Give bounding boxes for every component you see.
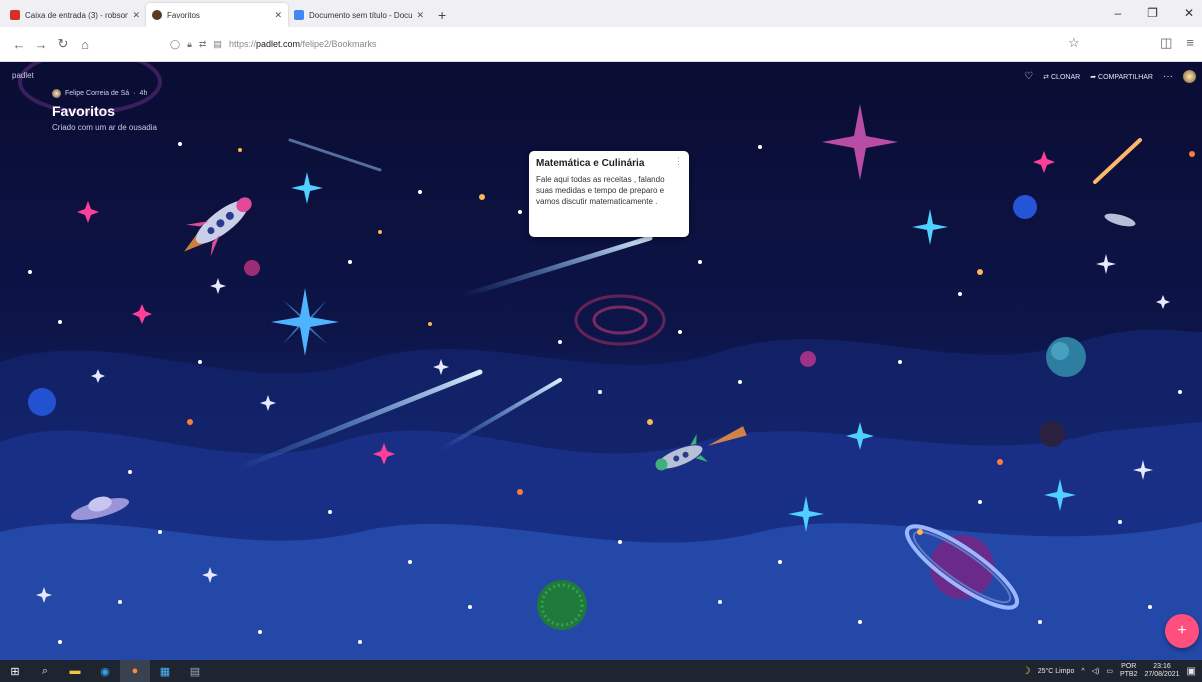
planet-teal-highlight [1051,342,1069,360]
post-age: 4h [139,90,148,97]
weather-text[interactable]: 25°C Limpo [1038,668,1075,675]
tab-gmail[interactable]: Caixa de entrada (3) - robson.l ✕ [4,3,146,27]
weather-icon: ☽ [1021,665,1031,677]
tab-favoritos[interactable]: Favoritos ✕ [146,3,288,27]
menu-icon[interactable]: ≡ [1186,35,1194,51]
minimize-icon[interactable]: – [1114,6,1121,20]
gmail-icon [10,10,20,20]
clock[interactable]: 23:16 27/08/2021 [1145,663,1180,679]
firefox-icon[interactable]: ● [120,660,150,682]
permissions-icon: ⇄ [198,38,207,49]
comet [1093,138,1142,184]
post-body: Fale aqui todas as receitas , falando su… [536,175,665,206]
window-controls: – ❐ ✕ [1114,6,1194,20]
galaxy-spiral [592,305,648,335]
galaxy-spiral [574,294,666,346]
author-line: Felipe Correia de Sá · 4h [52,89,147,98]
bookmark-star-icon[interactable]: ☆ [1068,35,1080,51]
shield-icon: ◯ [170,38,181,49]
padlet-board: padlet Felipe Correia de Sá · 4h Favorit… [0,62,1202,660]
author-name[interactable]: Felipe Correia de Sá [65,90,129,97]
calculator-icon[interactable]: ▤ [180,660,210,682]
pocket-icon[interactable]: ◫ [1160,35,1172,51]
maximize-icon[interactable]: ❐ [1147,6,1158,20]
add-post-button[interactable]: + [1165,614,1199,648]
close-window-icon[interactable]: ✕ [1184,6,1194,20]
search-icon[interactable]: ⌕ [30,660,60,682]
tab-label: Documento sem título - Docu [309,10,413,20]
back-icon[interactable]: ← [8,37,30,52]
volume-icon[interactable]: ◁) [1092,667,1100,675]
starburst [822,104,898,180]
docs-icon [294,10,304,20]
board-actions: ♡ ⇄ CLONAR ➦ COMPARTILHAR ··· [1024,70,1196,83]
home-icon[interactable]: ⌂ [74,37,96,52]
new-tab-button[interactable]: + [430,7,454,27]
tab-docs[interactable]: Documento sem título - Docu ✕ [288,3,430,27]
comet [288,138,382,172]
comet [459,235,653,299]
close-icon[interactable]: ✕ [416,10,424,21]
padlet-icon [152,10,162,20]
starburst [291,172,323,204]
tab-label: Favoritos [167,10,200,20]
clone-button[interactable]: ⇄ CLONAR [1043,73,1080,81]
forward-icon[interactable]: → [30,37,52,52]
heart-icon[interactable]: ♡ [1024,71,1033,82]
starburst [912,209,948,245]
planet-green [537,580,587,630]
browser-tab-bar: Caixa de entrada (3) - robson.l ✕ Favori… [0,0,1202,27]
share-icon: ➦ [1090,73,1097,81]
start-icon[interactable]: ⊞ [0,660,30,682]
rocket-icon [184,197,252,257]
more-button[interactable]: ··· [1163,71,1173,82]
address-bar[interactable]: ◯ 🔒︎ ⇄ ▤ https://padlet.com/felipe2/Book… [170,33,1090,55]
chevron-up-icon[interactable]: ^ [1081,668,1084,675]
system-tray: ☽ 25°C Limpo ^ ◁) ▭ POR PTB2 23:16 27/08… [1022,663,1196,679]
user-avatar[interactable] [1183,70,1196,83]
url-text: https://padlet.com/felipe2/Bookmarks [228,39,377,49]
post-menu-icon[interactable]: ⋮ [674,156,683,167]
reader-icon: ▤ [213,38,222,49]
windows-taskbar: ⊞ ⌕ ▬ ◉ ● ▦ ▤ ☽ 25°C Limpo ^ ◁) ▭ POR PT… [0,660,1202,682]
separator-dot: · [133,90,136,97]
padlet-logo[interactable]: padlet [12,71,34,80]
file-explorer-icon[interactable]: ▬ [60,660,90,682]
browser-right-tools: ◫ ≡ [1160,35,1194,51]
flying-saucer [1104,213,1136,227]
share-button[interactable]: ➦ COMPARTILHAR [1090,73,1153,81]
page-title: Favoritos [52,103,116,119]
language-indicator[interactable]: POR PTB2 [1120,663,1138,679]
page-subtitle: Criado com um ar de ousadia [52,123,157,132]
store-icon[interactable]: ▦ [150,660,180,682]
edge-icon[interactable]: ◉ [90,660,120,682]
tab-label: Caixa de entrada (3) - robson.l [25,10,129,20]
notifications-icon[interactable]: ▣ [1187,666,1196,677]
avatar [52,89,61,98]
reload-icon[interactable]: ↻ [52,36,74,52]
post-card[interactable]: Matemática e Culinária Fale aqui todas a… [529,151,689,237]
cloud-band-front [0,522,1202,660]
starburst [271,288,339,356]
lock-icon: 🔒︎ [187,38,192,49]
post-title: Matemática e Culinária [536,158,645,169]
network-icon[interactable]: ▭ [1106,667,1113,675]
close-icon[interactable]: ✕ [132,10,140,21]
close-icon[interactable]: ✕ [274,10,282,21]
planet-dark [1039,421,1065,447]
clone-icon: ⇄ [1043,73,1050,81]
browser-nav-bar: ← → ↻ ⌂ ◯ 🔒︎ ⇄ ▤ https://padlet.com/feli… [0,27,1202,62]
